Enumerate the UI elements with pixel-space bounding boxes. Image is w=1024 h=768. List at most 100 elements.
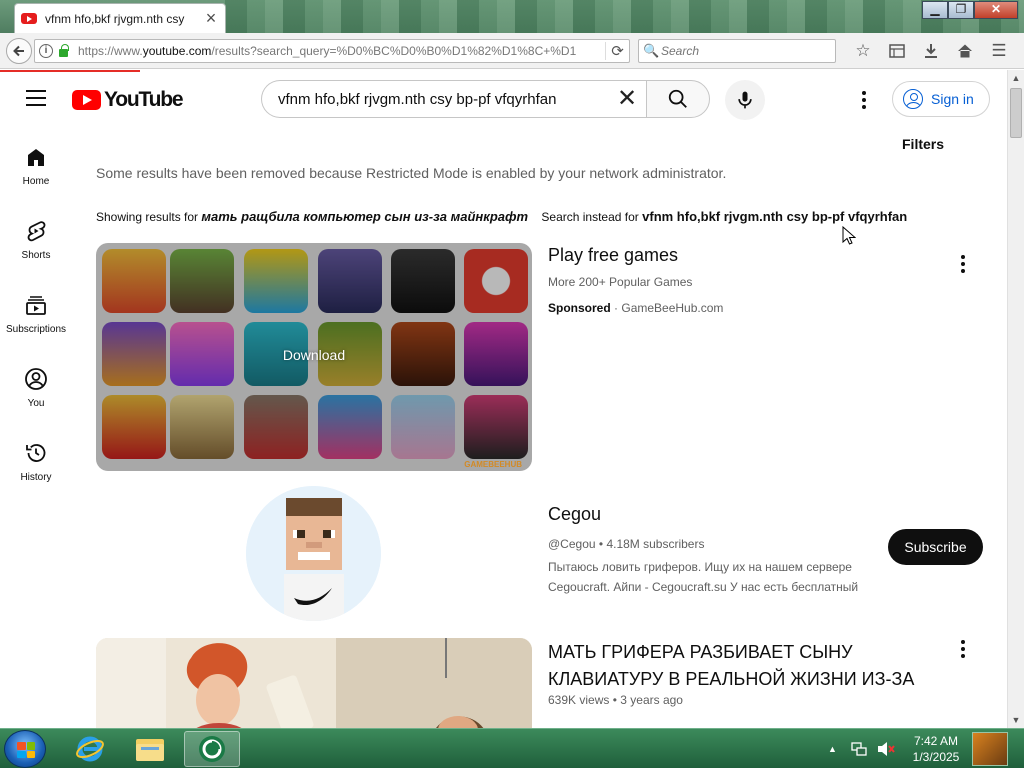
window-controls: ▁ ❐ ✕	[922, 1, 1018, 19]
internet-explorer-icon	[76, 736, 104, 762]
lock-icon	[59, 44, 69, 57]
address-bar[interactable]: i https://www.youtube.com/results?search…	[34, 39, 630, 63]
tab-title: vfnm hfo,bkf rjvgm.nth csy	[45, 11, 185, 26]
back-button[interactable]	[6, 38, 32, 64]
channel-description: Пытаюсь ловить гриферов. Ищу их на нашем…	[548, 560, 859, 594]
search-query-text[interactable]: vfnm hfo,bkf rjvgm.nth csy bp-pf vfqyrhf…	[278, 91, 607, 108]
downloads-icon[interactable]	[914, 39, 948, 63]
web-page: YouTube vfnm hfo,bkf rjvgm.nth csy bp-pf…	[0, 70, 1007, 728]
folder-icon	[136, 739, 164, 761]
original-query-link[interactable]: vfnm hfo,bkf rjvgm.nth csy bp-pf vfqyrhf…	[642, 209, 907, 224]
youtube-favicon-icon	[21, 13, 37, 24]
corrected-query-link[interactable]: мать ращбила компьютер сын из-за майнкра…	[201, 209, 528, 224]
page-scrollbar[interactable]: ▲ ▼	[1007, 70, 1024, 728]
history-icon	[23, 440, 49, 466]
video-more-icon[interactable]	[953, 640, 973, 658]
site-info-icon[interactable]: i	[39, 44, 53, 58]
tab-close-icon[interactable]: ×	[203, 9, 219, 27]
taskbar-internet-explorer[interactable]	[62, 731, 118, 767]
windows-logo-icon	[17, 742, 35, 758]
scroll-down-icon[interactable]: ▼	[1008, 712, 1024, 728]
channel-subscribers: 4.18M subscribers	[606, 537, 705, 551]
start-button[interactable]	[4, 730, 46, 768]
account-icon	[903, 89, 923, 109]
ad-thumbnail[interactable]: Download GAMEBEEHUB	[96, 243, 532, 471]
back-arrow-icon	[13, 45, 24, 57]
meta-separator: •	[598, 537, 604, 551]
sidebar-item-label: History	[20, 472, 52, 483]
microphone-icon	[738, 91, 752, 109]
youtube-search-input[interactable]: vfnm hfo,bkf rjvgm.nth csy bp-pf vfqyrhf…	[261, 80, 647, 118]
close-window-button[interactable]: ✕	[974, 1, 1018, 19]
sponsored-label: Sponsored	[548, 301, 611, 315]
subscriptions-icon	[23, 292, 49, 318]
taskbar-file-explorer[interactable]	[122, 731, 178, 767]
url-domain: youtube.com	[142, 44, 212, 58]
search-button[interactable]	[646, 80, 710, 118]
settings-more-icon[interactable]	[854, 90, 874, 110]
minimize-button[interactable]: ▁	[922, 1, 948, 19]
channel-avatar[interactable]	[246, 486, 381, 621]
menu-icon[interactable]: ☰	[982, 39, 1016, 63]
home-icon	[23, 144, 49, 170]
sidebar-item-you[interactable]: You	[0, 350, 72, 420]
sidebar-item-history[interactable]: History	[0, 424, 72, 494]
youtube-play-icon	[72, 90, 101, 110]
browser-search-bar[interactable]: 🔍	[638, 39, 836, 63]
search-engine-icon: 🔍	[643, 43, 660, 58]
ad-more-icon[interactable]	[953, 255, 973, 273]
download-overlay-label: Download	[282, 347, 346, 363]
windows-taskbar: ▲ 7:42 AM 1/3/2025	[0, 728, 1024, 768]
spelling-correction: Showing results for мать ращбила компьют…	[96, 209, 907, 224]
video-title[interactable]: МАТЬ ГРИФЕРА РАЗБИВАЕТ СЫНУ КЛАВИАТУРУ В…	[548, 639, 928, 693]
clock-time: 7:42 AM	[913, 734, 959, 748]
sidebar-item-label: Subscriptions	[5, 324, 67, 335]
maximize-button[interactable]: ❐	[948, 1, 974, 19]
channel-meta: @Cegou • 4.18M subscribers	[548, 537, 704, 551]
sidebar-item-label: Shorts	[21, 250, 51, 261]
youtube-header: YouTube vfnm hfo,bkf rjvgm.nth csy bp-pf…	[0, 70, 1007, 128]
video-meta: 639K views • 3 years ago	[548, 693, 683, 707]
scrollbar-thumb[interactable]	[1010, 88, 1022, 138]
voice-search-button[interactable]	[725, 80, 765, 120]
sidebar-item-shorts[interactable]: Shorts	[0, 202, 72, 272]
taskbar-browser[interactable]	[184, 731, 240, 767]
scroll-up-icon[interactable]: ▲	[1008, 70, 1024, 86]
sidebar-item-label: You	[27, 398, 45, 409]
browser-search-input[interactable]	[661, 44, 821, 58]
youtube-logo-text: YouTube	[104, 88, 184, 111]
url-text[interactable]: https://www.youtube.com/results?search_q…	[78, 44, 605, 58]
browser-navbar: i https://www.youtube.com/results?search…	[0, 33, 1024, 69]
volume-muted-icon[interactable]	[877, 741, 895, 757]
system-tray: ▲	[828, 729, 895, 768]
browser-tab[interactable]: vfnm hfo,bkf rjvgm.nth csy ×	[14, 3, 226, 33]
guide-menu-icon[interactable]	[26, 90, 46, 106]
bookmark-star-icon[interactable]: ☆	[846, 39, 880, 63]
ad-domain[interactable]: GameBeeHub.com	[621, 301, 723, 315]
channel-handle: @Cegou	[548, 537, 596, 551]
reading-list-icon[interactable]	[880, 39, 914, 63]
video-thumbnail[interactable]	[96, 638, 532, 728]
filters-button[interactable]: Filters	[902, 136, 944, 152]
showing-results-prefix: Showing results for	[96, 210, 199, 224]
video-age: 3 years ago	[620, 693, 683, 707]
show-desktop-button[interactable]	[972, 732, 1008, 766]
sidebar-item-subscriptions[interactable]: Subscriptions	[0, 276, 72, 346]
youtube-logo[interactable]: YouTube	[72, 88, 184, 112]
system-clock[interactable]: 7:42 AM 1/3/2025	[906, 733, 966, 765]
search-instead-prefix: Search instead for	[541, 210, 639, 224]
subscribe-button[interactable]: Subscribe	[888, 529, 983, 565]
show-hidden-icons[interactable]: ▲	[828, 744, 837, 754]
clear-search-icon[interactable]: ✕	[607, 87, 647, 111]
sidebar-item-home[interactable]: Home	[0, 128, 72, 198]
clock-date: 1/3/2025	[912, 750, 960, 764]
browser-app-icon	[199, 736, 225, 762]
home-browser-icon[interactable]	[948, 39, 982, 63]
channel-name[interactable]: Cegou	[548, 504, 601, 525]
network-icon[interactable]	[851, 741, 867, 757]
reload-icon[interactable]: ⟳	[605, 42, 629, 60]
ad-title[interactable]: Play free games	[548, 245, 678, 266]
search-icon	[668, 89, 687, 108]
sign-in-button[interactable]: Sign in	[892, 81, 990, 117]
ad-meta: Sponsored · GameBeeHub.com	[548, 301, 723, 315]
